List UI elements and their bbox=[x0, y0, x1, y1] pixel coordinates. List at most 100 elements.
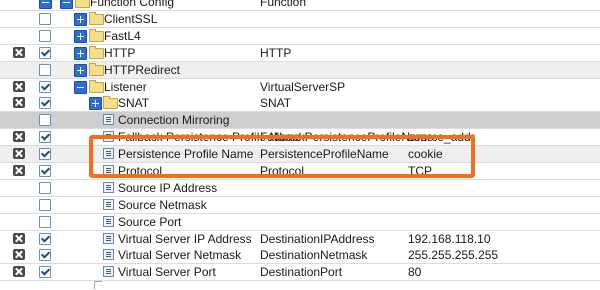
row-name: Virtual Server Netmask bbox=[118, 248, 242, 262]
row-name: Listener bbox=[104, 80, 147, 94]
expand-icon[interactable] bbox=[74, 47, 87, 60]
folder-icon bbox=[89, 46, 104, 59]
delete-x-icon[interactable] bbox=[13, 131, 25, 142]
folder-icon bbox=[103, 96, 118, 109]
row-name: Virtual Server Port bbox=[118, 265, 216, 279]
row-checkbox[interactable] bbox=[39, 64, 51, 76]
delete-x-icon[interactable] bbox=[13, 165, 25, 176]
row-parameter: Protocol bbox=[260, 164, 305, 178]
tree-row[interactable]: HTTP HTTP bbox=[0, 45, 600, 62]
row-name: Source IP Address bbox=[118, 181, 218, 195]
tree-row[interactable]: Source Port bbox=[0, 214, 600, 231]
row-parameter: HTTP bbox=[260, 46, 292, 60]
tree-row[interactable]: HTTPRedirect bbox=[0, 62, 600, 79]
tree-row[interactable]: SNAT SNAT bbox=[0, 95, 600, 112]
row-name: ClientSSL bbox=[104, 12, 158, 26]
tree-row[interactable]: Virtual Server IP Address DestinationIPAd… bbox=[0, 231, 600, 248]
row-checkbox[interactable] bbox=[39, 97, 51, 109]
delete-x-icon[interactable] bbox=[13, 97, 25, 108]
row-checkbox[interactable] bbox=[39, 114, 51, 126]
row-parameter: DestinationIPAddress bbox=[260, 232, 375, 246]
property-icon bbox=[103, 233, 114, 244]
row-name: Source Port bbox=[118, 215, 182, 229]
row-checkbox[interactable] bbox=[39, 182, 51, 194]
folder-icon bbox=[75, 0, 90, 8]
row-parameter: SNAT bbox=[260, 96, 292, 110]
tree-row[interactable]: Virtual Server Port DestinationPort 80 bbox=[0, 264, 600, 281]
row-checkbox[interactable] bbox=[39, 148, 51, 160]
row-name: FastL4 bbox=[104, 29, 141, 43]
tree-row[interactable]: Source IP Address bbox=[0, 180, 600, 197]
expand-icon[interactable] bbox=[74, 64, 87, 77]
row-value[interactable]: source_addr bbox=[408, 130, 475, 144]
expand-icon[interactable] bbox=[89, 97, 102, 110]
tree-row[interactable]: Persistence Profile Name PersistenceProfi… bbox=[0, 146, 600, 163]
row-parameter: PersistenceProfileName bbox=[260, 147, 389, 161]
folder-icon bbox=[89, 80, 104, 93]
row-checkbox[interactable] bbox=[39, 47, 51, 59]
row-checkbox[interactable] bbox=[39, 30, 51, 42]
row-name: Source Netmask bbox=[118, 198, 207, 212]
row-checkbox[interactable] bbox=[39, 131, 51, 143]
row-name: Connection Mirroring bbox=[118, 113, 230, 127]
tree-row[interactable]: Connection Mirroring bbox=[0, 112, 600, 129]
row-checkbox[interactable] bbox=[39, 13, 51, 25]
collapse-icon[interactable] bbox=[39, 0, 52, 9]
property-icon bbox=[103, 182, 114, 193]
delete-x-icon[interactable] bbox=[13, 81, 25, 92]
folder-icon bbox=[89, 12, 104, 25]
property-icon bbox=[103, 165, 114, 176]
row-checkbox[interactable] bbox=[39, 199, 51, 211]
row-name: HTTP bbox=[104, 46, 136, 60]
row-value[interactable]: 255.255.255.255 bbox=[408, 248, 498, 262]
expand-icon[interactable] bbox=[74, 30, 87, 43]
row-name: Function Config bbox=[90, 0, 175, 9]
delete-x-icon[interactable] bbox=[13, 148, 25, 159]
tree-row[interactable]: Fallback Persistence Profile Name Fallbac… bbox=[0, 129, 600, 146]
row-parameter: Function bbox=[260, 0, 307, 9]
row-value[interactable]: cookie bbox=[408, 147, 443, 161]
delete-x-icon[interactable] bbox=[13, 233, 25, 244]
property-icon bbox=[103, 266, 114, 277]
expand-icon[interactable] bbox=[74, 13, 87, 26]
tree-row[interactable]: Protocol Protocol TCP bbox=[0, 163, 600, 180]
tree-row[interactable]: ClientSSL bbox=[0, 11, 600, 28]
row-checkbox[interactable] bbox=[39, 266, 51, 278]
row-name: SNAT bbox=[118, 96, 150, 110]
property-icon bbox=[103, 216, 114, 227]
row-name: HTTPRedirect bbox=[104, 63, 181, 77]
property-icon bbox=[103, 114, 114, 125]
property-icon bbox=[103, 131, 114, 142]
property-icon bbox=[103, 199, 114, 210]
delete-x-icon[interactable] bbox=[13, 47, 25, 58]
folder-icon bbox=[89, 63, 104, 76]
delete-x-icon[interactable] bbox=[13, 266, 25, 277]
row-parameter: VirtualServerSP bbox=[260, 80, 346, 94]
row-checkbox[interactable] bbox=[39, 81, 51, 93]
property-icon bbox=[103, 249, 114, 260]
tree-row[interactable]: Virtual Server Netmask DestinationNetmask… bbox=[0, 247, 600, 264]
property-icon bbox=[103, 148, 114, 159]
collapse-icon[interactable] bbox=[60, 0, 73, 9]
tree-row[interactable]: FastL4 bbox=[0, 28, 600, 45]
tree-row[interactable]: Source Netmask bbox=[0, 197, 600, 214]
row-value[interactable]: TCP bbox=[408, 164, 432, 178]
row-checkbox[interactable] bbox=[39, 216, 51, 228]
row-name: Protocol bbox=[118, 164, 163, 178]
row-value[interactable]: 192.168.118.10 bbox=[408, 232, 491, 246]
delete-x-icon[interactable] bbox=[13, 249, 25, 260]
row-name: Virtual Server IP Address bbox=[118, 232, 252, 246]
row-value[interactable]: 80 bbox=[408, 265, 421, 279]
row-checkbox[interactable] bbox=[39, 165, 51, 177]
tree-row[interactable]: Function Config Function bbox=[0, 0, 600, 11]
row-parameter: DestinationPort bbox=[260, 265, 343, 279]
config-tree: Function Config Function ClientSSL FastL4 HT… bbox=[0, 0, 600, 290]
row-checkbox[interactable] bbox=[39, 233, 51, 245]
tree-connector bbox=[94, 281, 102, 282]
folder-icon bbox=[89, 29, 104, 42]
row-checkbox[interactable] bbox=[39, 249, 51, 261]
collapse-icon[interactable] bbox=[74, 81, 87, 94]
row-name: Persistence Profile Name bbox=[118, 147, 254, 161]
tree-row[interactable]: Listener VirtualServerSP bbox=[0, 79, 600, 96]
row-parameter: DestinationNetmask bbox=[260, 248, 368, 262]
